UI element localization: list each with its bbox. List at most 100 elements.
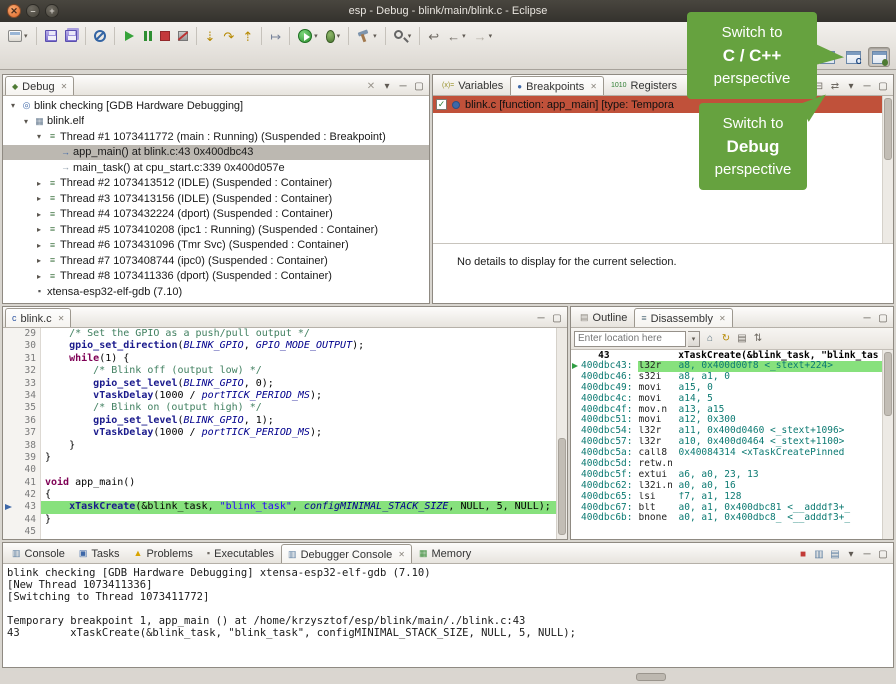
link-with-debug-view-button[interactable]: ⇄	[827, 79, 843, 95]
open-console-button[interactable]: ▤	[827, 547, 843, 563]
breakpoints-scrollbar[interactable]	[882, 96, 893, 243]
window-close-button[interactable]: ✕	[7, 4, 21, 18]
disassembly-line[interactable]: 400dbc4c:movi a14, 5	[571, 394, 893, 405]
code-line[interactable]: 41void app_main()	[3, 477, 567, 489]
code-line[interactable]: 29 /* Set the GPIO as a push/pull output…	[3, 328, 567, 340]
suspend-button[interactable]	[141, 25, 155, 47]
save-button[interactable]	[42, 25, 60, 47]
disassembly-scrollbar[interactable]	[882, 350, 893, 539]
maximize-button[interactable]: ▢	[875, 547, 891, 563]
code-line[interactable]: 34 vTaskDelay(1000 / portTICK_PERIOD_MS)…	[3, 390, 567, 402]
code-line[interactable]: 45	[3, 526, 567, 538]
close-icon[interactable]: ✕	[398, 550, 405, 559]
tab-variables[interactable]: (x)=Variables	[435, 75, 510, 95]
location-dropdown-icon[interactable]: ▾	[688, 331, 700, 347]
disassembly-line[interactable]: 400dbc65:lsi f7, a1, 128	[571, 492, 893, 503]
breakpoints-scrollbar-thumb[interactable]	[884, 98, 892, 160]
maximize-button[interactable]: ▢	[875, 311, 891, 327]
expander-icon[interactable]: ▸	[33, 210, 45, 219]
code-line[interactable]: 33 gpio_set_level(BLINK_GPIO, 0);	[3, 378, 567, 390]
breakpoint-checkbox[interactable]: ✓	[436, 99, 447, 110]
code-line[interactable]: 44}	[3, 514, 567, 526]
last-edit-location-button[interactable]: ↩	[425, 25, 442, 47]
code-line[interactable]: 35 /* Blink on (output high) */	[3, 402, 567, 414]
editor-scrollbar[interactable]	[556, 328, 567, 539]
console-output[interactable]: blink checking [GDB Hardware Debugging] …	[3, 564, 893, 667]
tab-breakpoints[interactable]: ●Breakpoints✕	[510, 76, 604, 96]
debug-tree-item[interactable]: ▸≡Thread #4 1073432224 (dport) (Suspende…	[3, 207, 429, 223]
minimize-button[interactable]: ─	[533, 311, 549, 327]
build-button[interactable]: ▾	[354, 25, 380, 47]
sync-selection-button[interactable]: ⇅	[750, 331, 766, 347]
view-menu-button[interactable]: ▾	[843, 79, 859, 95]
save-all-button[interactable]	[62, 25, 80, 47]
skip-all-breakpoints-button[interactable]	[91, 25, 109, 47]
terminate-button[interactable]: ■	[795, 547, 811, 563]
expander-icon[interactable]: ▾	[33, 132, 45, 141]
debug-tree-item[interactable]: →app_main() at blink.c:43 0x400dbc43	[3, 145, 429, 161]
tab-outline[interactable]: ▤Outline	[573, 307, 634, 327]
tab-debug[interactable]: ◆Debug✕	[5, 76, 74, 96]
code-line[interactable]: 37 vTaskDelay(1000 / portTICK_PERIOD_MS)…	[3, 427, 567, 439]
code-line[interactable]: 42{	[3, 489, 567, 501]
minimize-button[interactable]: ─	[859, 311, 875, 327]
debug-tree-item[interactable]: ▸≡Thread #2 1073413512 (IDLE) (Suspended…	[3, 176, 429, 192]
debug-tree-item[interactable]: ▸≡Thread #7 1073408744 (ipc0) (Suspended…	[3, 253, 429, 269]
back-button[interactable]: ←▾	[444, 25, 469, 47]
debug-tree[interactable]: ▾◎blink checking [GDB Hardware Debugging…	[3, 96, 429, 303]
disconnect-button[interactable]	[175, 25, 191, 47]
debug-tree-item[interactable]: →main_task() at cpu_start.c:339 0x400d05…	[3, 160, 429, 176]
debug-perspective-button[interactable]	[868, 47, 890, 67]
expander-icon[interactable]: ▾	[20, 117, 32, 126]
minimize-button[interactable]: ─	[859, 79, 875, 95]
home-button[interactable]: ⌂	[702, 331, 718, 347]
maximize-button[interactable]: ▢	[411, 79, 427, 95]
expander-icon[interactable]: ▸	[33, 194, 45, 203]
window-minimize-button[interactable]: –	[26, 4, 40, 18]
debug-tree-item[interactable]: ▪xtensa-esp32-elf-gdb (7.10)	[3, 284, 429, 300]
refresh-button[interactable]: ↻	[718, 331, 734, 347]
forward-button[interactable]: →▾	[471, 25, 496, 47]
tab-console[interactable]: ▥Console	[5, 543, 72, 563]
step-into-button[interactable]: ⇣	[202, 25, 219, 47]
close-icon[interactable]: ✕	[590, 82, 597, 91]
expander-icon[interactable]: ▸	[33, 241, 45, 250]
close-icon[interactable]: ✕	[61, 82, 68, 91]
debug-tree-item[interactable]: ▸≡Thread #6 1073431096 (Tmr Svc) (Suspen…	[3, 238, 429, 254]
expander-icon[interactable]: ▸	[33, 272, 45, 281]
tab-disassembly[interactable]: ≡Disassembly✕	[634, 308, 732, 328]
show-source-button[interactable]: ▤	[734, 331, 750, 347]
debug-button[interactable]: ▾	[323, 25, 344, 47]
horizontal-scrollbar-thumb[interactable]	[636, 673, 666, 681]
close-icon[interactable]: ✕	[58, 314, 65, 323]
tab-executables[interactable]: ▪Executables	[200, 543, 281, 563]
code-line[interactable]: 39}	[3, 452, 567, 464]
minimize-button[interactable]: ─	[395, 79, 411, 95]
minimize-button[interactable]: ─	[859, 547, 875, 563]
view-menu-button[interactable]: ▾	[843, 547, 859, 563]
step-return-button[interactable]: ⇡	[239, 25, 256, 47]
display-selected-console-button[interactable]: ▥	[811, 547, 827, 563]
disassembly-content[interactable]: 43 xTaskCreate(&blink_task, "blink_tas40…	[571, 350, 893, 539]
maximize-button[interactable]: ▢	[549, 311, 565, 327]
code-line[interactable]: 43 xTaskCreate(&blink_task, "blink_task"…	[3, 501, 567, 513]
debug-tree-item[interactable]: ▾▦blink.elf	[3, 114, 429, 130]
expander-icon[interactable]: ▸	[33, 225, 45, 234]
new-wizard-button[interactable]: ▾	[5, 25, 31, 47]
code-line[interactable]: 36 gpio_set_level(BLINK_GPIO, 1);	[3, 415, 567, 427]
run-button[interactable]: ▾	[295, 25, 321, 47]
debug-tree-item[interactable]: ▸≡Thread #8 1073411336 (dport) (Suspende…	[3, 269, 429, 285]
resume-button[interactable]	[120, 25, 139, 47]
instruction-stepping-button[interactable]: ↦	[267, 25, 284, 47]
debug-tree-item[interactable]: ▾◎blink checking [GDB Hardware Debugging…	[3, 98, 429, 114]
location-input[interactable]	[574, 331, 686, 347]
disassembly-scrollbar-thumb[interactable]	[884, 352, 892, 416]
tab-debugger-console[interactable]: ▥Debugger Console✕	[281, 544, 412, 564]
terminate-button[interactable]	[157, 25, 173, 47]
code-line[interactable]: 32 /* Blink off (output low) */	[3, 365, 567, 377]
step-over-button[interactable]: ↷	[220, 25, 237, 47]
disassembly-line[interactable]: 400dbc6b:bnone a0, a1, 0x400dbc8_ <__add…	[571, 513, 893, 524]
code-line[interactable]: 38 }	[3, 440, 567, 452]
code-editor[interactable]: 29 /* Set the GPIO as a push/pull output…	[3, 328, 567, 539]
view-menu-button[interactable]: ▾	[379, 79, 395, 95]
